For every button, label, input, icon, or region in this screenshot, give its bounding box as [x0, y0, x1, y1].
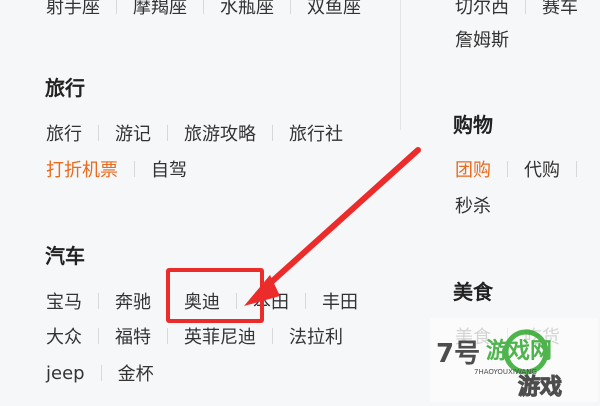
separator: [272, 328, 273, 344]
separator: [167, 328, 168, 344]
separator: [98, 125, 99, 141]
separator: [507, 161, 508, 177]
category-title-food: 美食: [453, 280, 493, 304]
link-ford[interactable]: 福特: [115, 323, 151, 349]
separator: [576, 161, 577, 177]
separator: [167, 125, 168, 141]
sports-row-2: 詹姆斯: [455, 25, 509, 53]
link-infiniti[interactable]: 英菲尼迪: [184, 323, 256, 349]
link-self-drive[interactable]: 自驾: [151, 156, 187, 182]
link-jinbei[interactable]: 金杯: [118, 360, 154, 386]
annotation-highlight-box: [166, 268, 264, 323]
separator: [525, 0, 526, 14]
separator: [100, 365, 102, 381]
separator: [272, 125, 273, 141]
link-foodie[interactable]: 吃货: [524, 323, 560, 349]
link-travelogue[interactable]: 游记: [115, 120, 151, 146]
link-capricorn[interactable]: 摩羯座: [133, 0, 187, 19]
link-racing[interactable]: 赛车: [542, 0, 578, 19]
travel-row-1: 旅行 游记 旅游攻略 旅行社: [46, 119, 343, 147]
food-row-1: 美食 吃货: [455, 322, 560, 350]
link-james[interactable]: 詹姆斯: [455, 26, 509, 52]
link-aquarius[interactable]: 水瓶座: [220, 0, 274, 19]
shopping-row-2: 秒杀: [455, 191, 491, 219]
cars-row-2: 大众 福特 英菲尼迪 法拉利: [46, 322, 343, 350]
separator: [203, 0, 204, 14]
link-discount-flights[interactable]: 打折机票: [46, 156, 118, 182]
zodiac-row: 射手座 摩羯座 水瓶座 双鱼座: [46, 0, 361, 20]
link-ferrari[interactable]: 法拉利: [289, 323, 343, 349]
right-category-column: 切尔西 赛车 詹姆斯 购物 团购 代购 秒杀 美食 美食 吃货: [400, 0, 600, 405]
link-travel-guide[interactable]: 旅游攻略: [184, 120, 256, 146]
cars-row-3: jeep 金杯: [46, 359, 154, 387]
link-pisces[interactable]: 双鱼座: [307, 0, 361, 19]
sports-row: 切尔西 赛车: [455, 0, 578, 20]
link-bmw[interactable]: 宝马: [46, 288, 82, 314]
link-food[interactable]: 美食: [455, 323, 491, 349]
separator: [134, 161, 135, 177]
link-chelsea[interactable]: 切尔西: [455, 0, 509, 19]
left-category-column: 射手座 摩羯座 水瓶座 双鱼座 旅行 旅行 游记 旅游攻略 旅行社 打折机票 自…: [0, 0, 400, 405]
link-purchasing-agent[interactable]: 代购: [524, 156, 560, 182]
separator: [116, 0, 117, 14]
separator: [305, 293, 306, 309]
travel-row-2: 打折机票 自驾: [46, 155, 187, 183]
link-travel[interactable]: 旅行: [46, 120, 82, 146]
link-group-buy[interactable]: 团购: [455, 156, 491, 182]
separator: [507, 328, 508, 344]
link-toyota[interactable]: 丰田: [322, 288, 358, 314]
separator: [98, 293, 99, 309]
link-travel-agency[interactable]: 旅行社: [289, 120, 343, 146]
link-jeep[interactable]: jeep: [46, 363, 85, 384]
separator: [98, 328, 99, 344]
link-volkswagen[interactable]: 大众: [46, 323, 82, 349]
shopping-row-1: 团购 代购: [455, 155, 593, 183]
category-title-cars: 汽车: [45, 244, 85, 268]
category-title-shopping: 购物: [453, 113, 493, 137]
link-mercedes[interactable]: 奔驰: [115, 288, 151, 314]
link-flash-sale[interactable]: 秒杀: [455, 192, 491, 218]
link-sagittarius[interactable]: 射手座: [46, 0, 100, 19]
separator: [290, 0, 291, 14]
category-title-travel: 旅行: [45, 76, 85, 100]
